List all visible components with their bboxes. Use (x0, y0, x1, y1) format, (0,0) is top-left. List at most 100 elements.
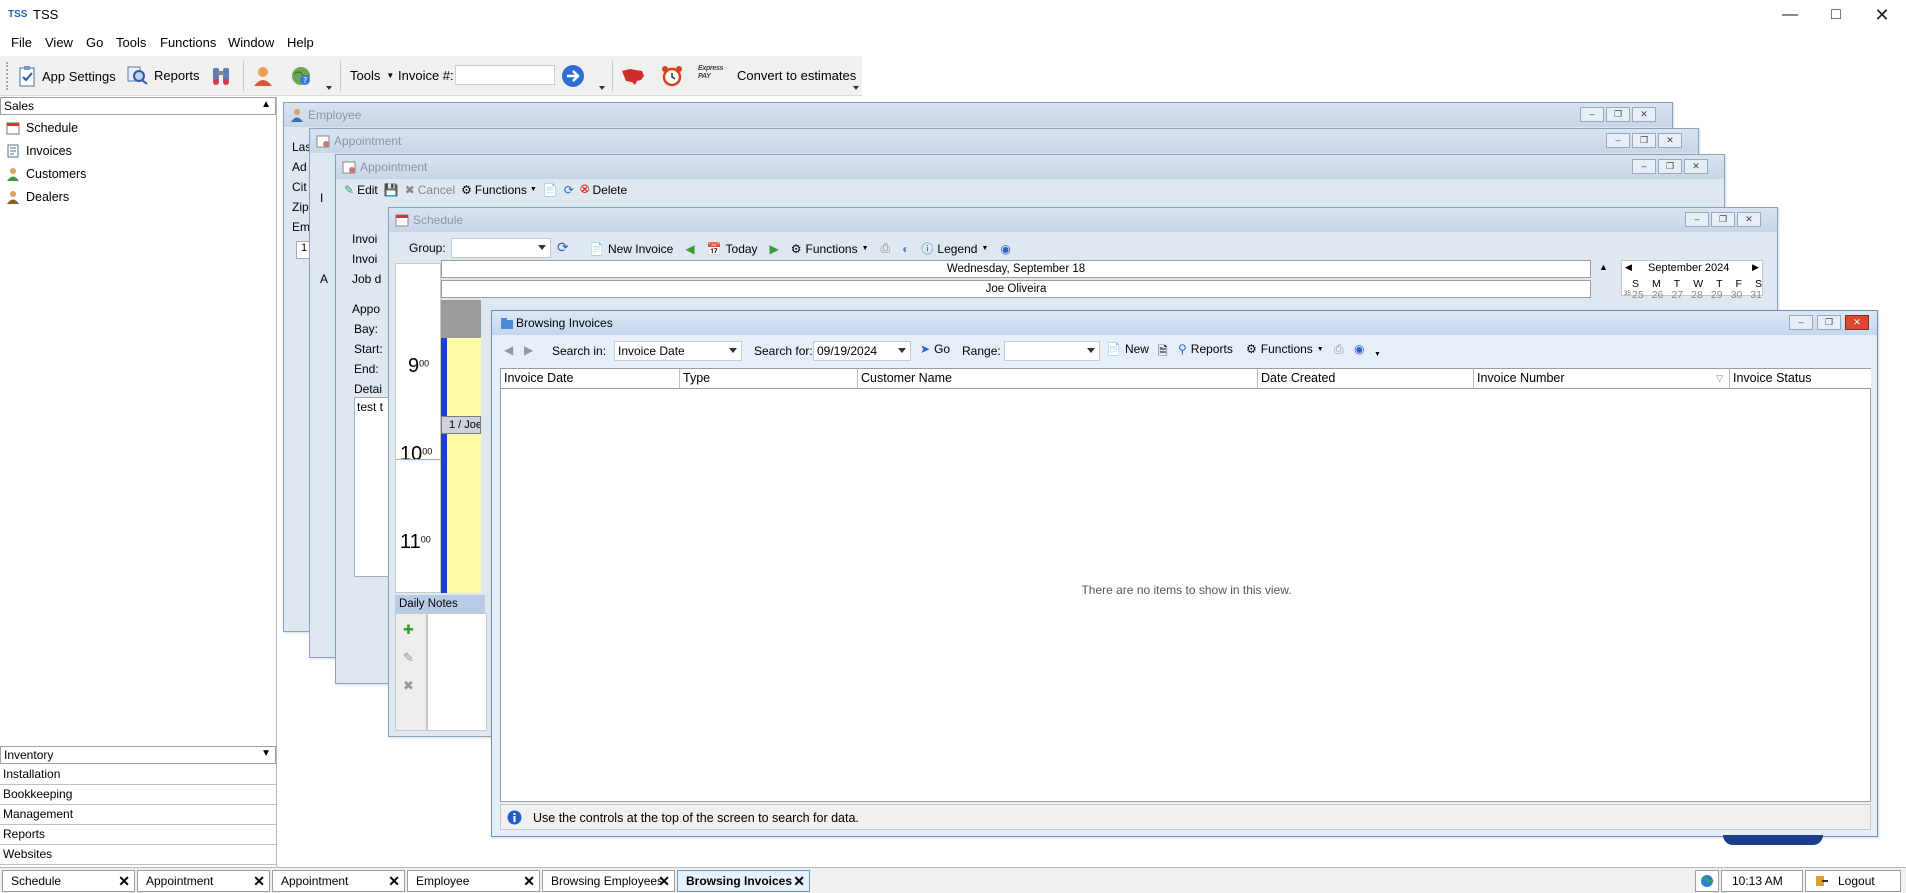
appointment-block[interactable]: 1 / Joe (441, 416, 481, 434)
close-icon[interactable]: ✕ (388, 871, 400, 891)
calendar-day[interactable]: 28 (1691, 289, 1703, 301)
minimize-button[interactable]: – (1789, 315, 1813, 330)
minimize-button[interactable]: – (1685, 212, 1709, 227)
column-header-invoice-number[interactable]: Invoice Number ▽ (1474, 369, 1730, 389)
task-tab-schedule[interactable]: Schedule ✕ (2, 870, 135, 892)
overflow-chevron-icon[interactable]: ▼ (1374, 351, 1381, 358)
calendar-day[interactable]: 31 (1750, 289, 1762, 301)
back-icon[interactable]: ◀ (504, 343, 513, 357)
binoculars-icon[interactable]: ◐ (902, 242, 909, 256)
minimize-button[interactable]: — (1767, 0, 1813, 30)
close-icon[interactable]: ✕ (253, 871, 265, 891)
task-tab-employee[interactable]: Employee ✕ (407, 870, 540, 892)
sidebar-category-bookkeeping[interactable]: Bookkeeping (0, 785, 276, 805)
close-icon[interactable]: ✕ (658, 871, 670, 891)
window-caption[interactable]: Appointment – ❐ ✕ (336, 155, 1724, 179)
expand-down-icon[interactable]: ▼ (261, 746, 271, 762)
print-icon[interactable]: ⎙ (1334, 342, 1344, 357)
today-button[interactable]: 📅 Today (707, 242, 758, 256)
window-caption[interactable]: Appointment – ❐ ✕ (310, 129, 1698, 153)
document-icon[interactable]: 📄 (543, 183, 558, 197)
sidebar-header-sales[interactable]: Sales ▲ (0, 97, 276, 115)
task-tab-appointment[interactable]: Appointment ✕ (272, 870, 405, 892)
menu-functions[interactable]: Functions (160, 35, 216, 50)
binoculars-button[interactable] (210, 65, 232, 90)
window-caption[interactable]: Schedule – ❐ ✕ (389, 208, 1777, 232)
logout-button[interactable]: Logout (1805, 870, 1901, 892)
cancel-button[interactable]: ✖ Cancel (405, 183, 455, 197)
calendar-day[interactable]: 29 (1711, 289, 1723, 301)
sidebar-item-schedule[interactable]: Schedule (6, 121, 78, 135)
menu-file[interactable]: File (11, 35, 32, 50)
restore-button[interactable]: ❐ (1658, 159, 1682, 174)
new-button[interactable]: 📄 New (1106, 342, 1149, 356)
delete-note-icon[interactable]: ✖ (403, 678, 414, 694)
column-header-invoice-status[interactable]: Invoice Status (1730, 369, 1871, 389)
help-icon[interactable]: ◉ (1354, 342, 1364, 356)
close-icon[interactable]: ✕ (523, 871, 535, 891)
calendar-day[interactable]: 30 (1731, 289, 1743, 301)
task-tab-appointment[interactable]: Appointment ✕ (137, 870, 270, 892)
previous-day-icon[interactable]: ◀ (685, 242, 694, 256)
close-button[interactable]: ✕ (1737, 212, 1761, 227)
daily-notes-area[interactable] (427, 613, 487, 731)
save-disk-icon[interactable]: 💾 (384, 183, 399, 197)
user-button[interactable] (252, 65, 274, 90)
column-header-customer-name[interactable]: Customer Name (858, 369, 1258, 389)
collapse-up-icon[interactable]: ▲ (261, 97, 271, 113)
help-icon[interactable]: ◉ (1000, 242, 1010, 256)
alarm-clock-button[interactable] (660, 64, 684, 91)
menu-tools[interactable]: Tools (116, 35, 146, 50)
column-header-date-created[interactable]: Date Created (1258, 369, 1474, 389)
search-in-dropdown[interactable]: Invoice Date (614, 341, 742, 361)
export-icon[interactable]: 🗎 (1158, 342, 1168, 363)
restore-button[interactable]: ❐ (1817, 315, 1841, 330)
search-for-date-picker[interactable]: 09/19/2024 (813, 341, 911, 361)
task-tab-browsing-invoices[interactable]: Browsing Invoices ✕ (677, 870, 810, 892)
column-header-invoice-date[interactable]: Invoice Date (501, 369, 680, 389)
next-day-icon[interactable]: ▶ (770, 242, 779, 256)
close-button[interactable]: ✕ (1632, 107, 1656, 122)
calendar-day[interactable]: 25 (1632, 289, 1644, 301)
network-globe-icon[interactable] (1695, 870, 1719, 892)
menu-view[interactable]: View (45, 35, 73, 50)
restore-button[interactable]: ❐ (1606, 107, 1630, 122)
sidebar-category-installation[interactable]: Installation (0, 765, 276, 785)
next-month-icon[interactable]: ▶ (1752, 262, 1759, 273)
close-icon[interactable]: ✕ (793, 871, 805, 891)
convert-to-estimates-button[interactable]: Convert to estimates (737, 68, 856, 83)
app-settings-button[interactable]: App Settings (18, 65, 116, 87)
column-header-type[interactable]: Type (680, 369, 858, 389)
reports-button[interactable]: ⚲ Reports (1178, 342, 1233, 356)
range-dropdown[interactable] (1004, 341, 1100, 361)
invoice-grid[interactable]: Invoice Date Type Customer Name Date Cre… (500, 368, 1871, 802)
sidebar-category-reports[interactable]: Reports (0, 825, 276, 845)
group-dropdown[interactable] (451, 238, 551, 258)
toolbar-overflow-arrow[interactable] (599, 86, 605, 90)
refresh-icon[interactable]: ⟳ (557, 239, 569, 256)
go-button[interactable]: ➤ Go (920, 342, 950, 356)
restore-button[interactable]: ❐ (1711, 212, 1735, 227)
functions-dropdown[interactable]: ⚙ Functions ▼ (1246, 342, 1324, 356)
functions-dropdown[interactable]: ⚙ Functions ▼ (791, 242, 869, 256)
print-icon[interactable]: ⎙ (881, 241, 891, 256)
functions-dropdown[interactable]: ⚙ Functions ▼ (461, 183, 537, 197)
minimize-button[interactable]: – (1606, 133, 1630, 148)
express-pay-logo[interactable]: Express PAY (698, 65, 726, 87)
calendar-day[interactable]: 27 (1671, 289, 1683, 301)
menu-help[interactable]: Help (287, 35, 314, 50)
calendar-day[interactable]: 26 (1652, 289, 1664, 301)
refresh-icon[interactable]: ⟳ (564, 183, 574, 197)
forward-icon[interactable]: ▶ (524, 343, 533, 357)
edit-button[interactable]: ✎ Edit (344, 183, 378, 197)
sidebar-category-websites[interactable]: Websites (0, 845, 276, 865)
close-button[interactable]: ✕ (1658, 133, 1682, 148)
close-button[interactable]: ✕ (1845, 315, 1869, 330)
scroll-up-icon[interactable]: ▲ (1599, 262, 1608, 272)
sidebar-item-customers[interactable]: Customers (6, 167, 86, 181)
sidebar-item-invoices[interactable]: Invoices (6, 144, 72, 158)
add-note-icon[interactable]: ✚ (403, 622, 414, 638)
minimize-button[interactable]: – (1580, 107, 1604, 122)
close-button[interactable]: ✕ (1684, 159, 1708, 174)
delete-button[interactable]: ⮿ Delete (580, 182, 627, 197)
